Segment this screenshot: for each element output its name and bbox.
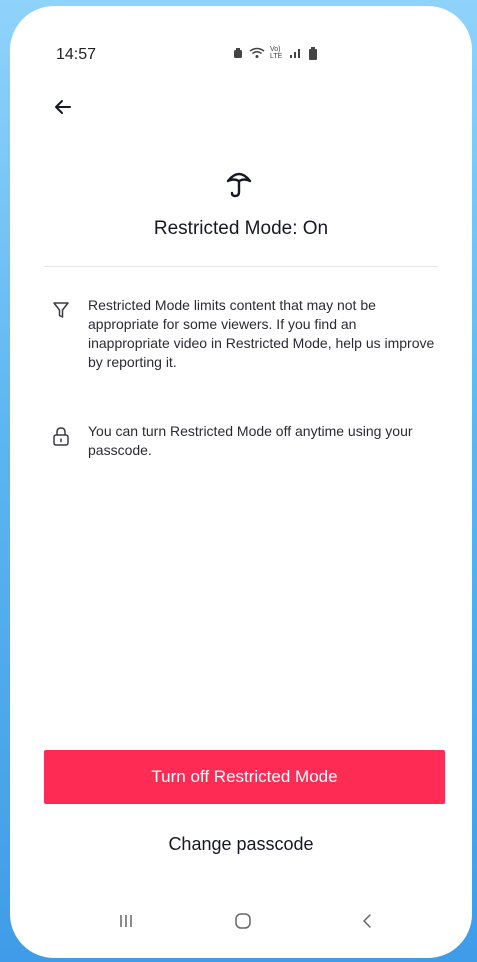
info-row-passcode: You can turn Restricted Mode off anytime… xyxy=(50,422,442,460)
back-button[interactable] xyxy=(48,92,78,122)
filter-icon xyxy=(53,302,69,318)
system-navigation-bar xyxy=(10,906,472,936)
info-text-passcode: You can turn Restricted Mode off anytime… xyxy=(88,423,413,458)
recents-icon xyxy=(120,915,132,927)
status-icons: Vo) LTE xyxy=(232,46,318,60)
home-icon xyxy=(235,913,251,929)
recents-button[interactable] xyxy=(106,906,146,936)
lock-icon xyxy=(53,427,69,446)
status-bar: 14:57 Vo) LTE xyxy=(10,6,472,76)
status-time: 14:57 xyxy=(56,46,97,63)
phone-screen: 14:57 Vo) LTE Restricted Mode: On Restri… xyxy=(10,6,472,958)
alarm-icon xyxy=(234,48,242,58)
umbrella-icon xyxy=(226,172,252,198)
page-title: Restricted Mode: On xyxy=(153,218,329,239)
back-chevron-icon xyxy=(363,914,371,928)
nav-back-button[interactable] xyxy=(347,906,387,936)
info-row-content-limit: Restricted Mode limits content that may … xyxy=(50,296,442,372)
signal-icon xyxy=(290,49,300,58)
change-passcode-button[interactable]: Change passcode xyxy=(10,834,472,855)
turn-off-restricted-mode-button[interactable]: Turn off Restricted Mode xyxy=(44,750,445,804)
home-button[interactable] xyxy=(223,906,263,936)
battery-icon xyxy=(309,46,317,60)
volte-icon: Vo) LTE xyxy=(270,46,283,60)
arrow-left-icon xyxy=(55,100,71,114)
info-text-content-limit: Restricted Mode limits content that may … xyxy=(88,297,435,370)
wifi-icon xyxy=(249,47,265,58)
divider xyxy=(44,266,438,267)
